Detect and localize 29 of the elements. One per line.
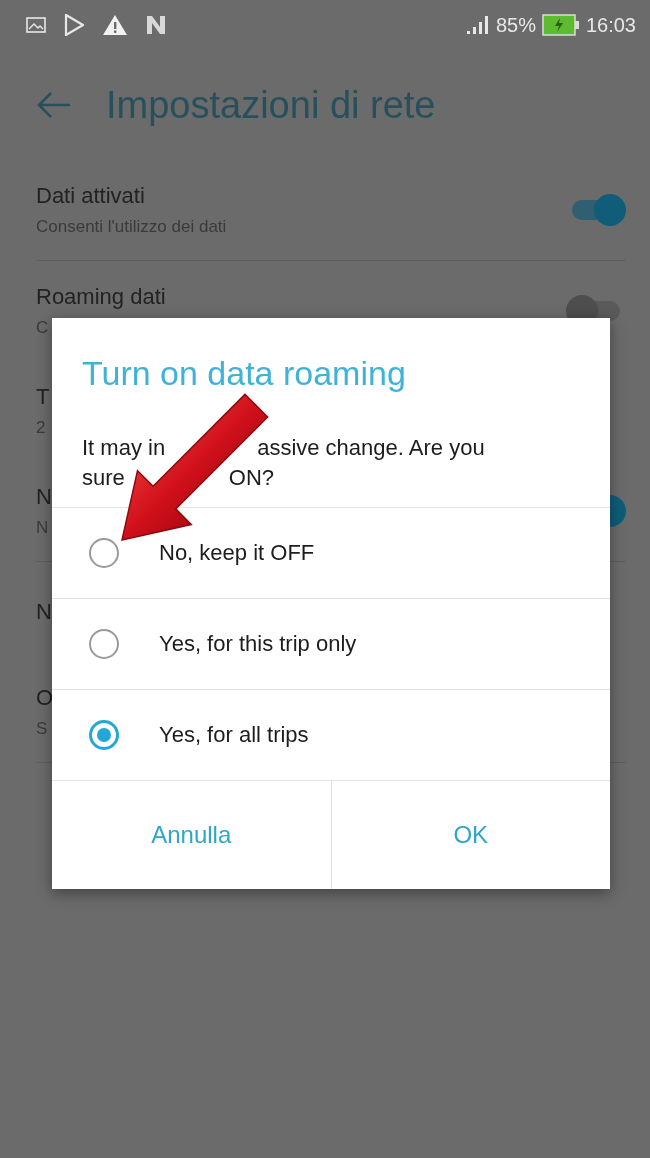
screen-title: Impostazioni di rete [106,83,436,127]
radio-button[interactable] [89,720,119,750]
signal-icon [465,15,490,35]
image-icon [26,17,46,33]
radio-button[interactable] [89,538,119,568]
radio-button[interactable] [89,629,119,659]
setting-title: T [36,384,50,410]
clock-time: 16:03 [585,13,636,37]
dialog-message: assive change. Are you [257,434,485,462]
setting-title: O [36,685,54,711]
setting-title: N [36,484,52,510]
dialog-message: ON? [228,464,275,492]
setting-title: N [36,599,52,625]
option-label: No, keep it OFF [159,540,315,566]
radio-option[interactable]: Yes, for all trips [52,689,610,780]
dialog-message: It may in [82,434,166,462]
battery-percentage: 85% [495,13,536,37]
warning-icon [102,14,128,36]
option-label: Yes, for this trip only [159,631,357,657]
radio-option[interactable]: Yes, for this trip only [52,598,610,689]
n-logo-icon [146,15,166,35]
setting-title: Roaming dati [36,284,166,310]
battery-charging-icon [541,14,580,36]
play-store-icon [64,14,84,36]
back-arrow-icon[interactable] [36,91,72,119]
option-label: Yes, for all trips [159,722,309,748]
setting-title: Dati attivati [36,183,146,209]
dialog-title: Turn on data roaming [81,353,407,393]
dialog-message: sure [82,464,125,492]
